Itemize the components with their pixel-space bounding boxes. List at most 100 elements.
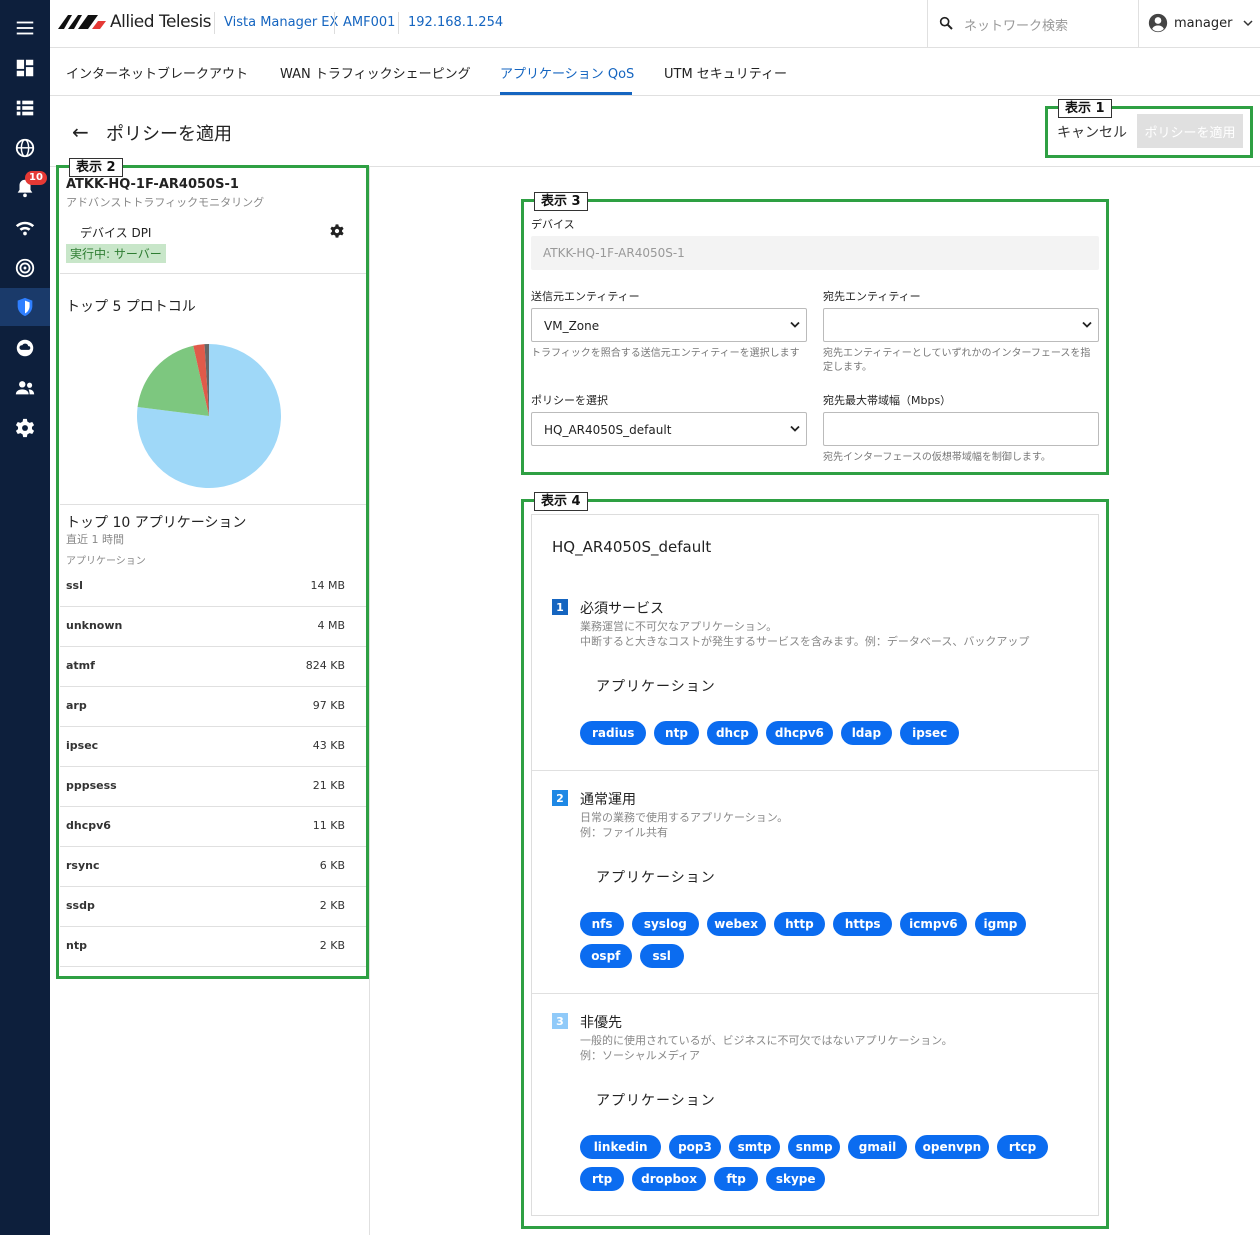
alert-count-badge: 10: [25, 171, 47, 185]
app-chip[interactable]: rtp: [580, 1167, 625, 1191]
app-chip[interactable]: rtcp: [996, 1135, 1049, 1159]
policy-select-label: ポリシーを選択: [531, 394, 608, 407]
app-chip[interactable]: openvpn: [915, 1135, 989, 1159]
security-shield-icon[interactable]: [0, 288, 50, 326]
breadcrumb-vista[interactable]: Vista Manager EX: [224, 15, 338, 30]
network-search[interactable]: ネットワーク検索: [927, 0, 1139, 48]
app-chip[interactable]: radius: [580, 721, 647, 745]
app-chip[interactable]: ssl: [639, 944, 684, 968]
app-chip[interactable]: dhcp: [706, 721, 759, 745]
allied-telesis-logo[interactable]: Allied Telesis: [58, 12, 212, 32]
list-icon[interactable]: [0, 90, 50, 126]
app-chip[interactable]: syslog: [632, 912, 699, 936]
annotation-label-3: 表示 3: [534, 192, 588, 211]
tab-wan-shaping[interactable]: WAN トラフィックシェーピング: [280, 63, 471, 82]
category-desc-1: 日常の業務で使用するアプリケーション。: [580, 811, 789, 824]
dest-entity-select[interactable]: [823, 308, 1099, 342]
top-bar: Allied Telesis Vista Manager EX AMF001 1…: [50, 0, 1260, 48]
category-desc-2: 例：ファイル共有: [580, 826, 668, 839]
tab-bar: インターネットブレークアウト WAN トラフィックシェーピング アプリケーション…: [50, 48, 1260, 96]
category-title: 非優先: [580, 1015, 622, 1031]
app-chip[interactable]: snmp: [788, 1135, 840, 1159]
policy-name: HQ_AR4050S_default: [552, 538, 712, 556]
app-chip[interactable]: ldap: [840, 721, 893, 745]
app-chip[interactable]: pop3: [669, 1135, 721, 1159]
dest-entity-hint-2: 定します。: [823, 362, 872, 373]
menu-icon[interactable]: [0, 10, 50, 46]
active-tab-indicator: [500, 92, 632, 95]
category-number-3: 3: [552, 1013, 568, 1029]
bandwidth-input[interactable]: [823, 412, 1099, 446]
category-desc-2: 中断すると大きなコストが発生するサービスを含みます。例：データベース、バックアッ…: [580, 635, 1030, 648]
app-chip[interactable]: icmpv6: [900, 912, 967, 936]
app-chip[interactable]: smtp: [728, 1135, 781, 1159]
breadcrumb-amf[interactable]: AMF001: [343, 15, 395, 30]
chevron-down-icon: [790, 321, 800, 328]
chevron-down-icon: [1082, 321, 1092, 328]
app-chip[interactable]: https: [833, 912, 893, 936]
dest-entity-label: 宛先エンティティー: [823, 290, 921, 303]
app-chip[interactable]: skype: [766, 1167, 826, 1191]
radar-icon[interactable]: [0, 250, 50, 286]
app-chip[interactable]: gmail: [848, 1135, 907, 1159]
cloud-icon[interactable]: [0, 330, 50, 366]
back-arrow-icon[interactable]: ←: [72, 120, 89, 144]
policy-detail-card: HQ_AR4050S_default 1 必須サービス業務運営に不可欠なアプリケー…: [531, 514, 1099, 1216]
users-icon[interactable]: [0, 370, 50, 406]
brand-name: Allied Telesis: [110, 12, 212, 32]
app-chip[interactable]: dhcpv6: [766, 721, 833, 745]
chevron-down-icon: [790, 425, 800, 432]
search-input[interactable]: ネットワーク検索: [964, 15, 1068, 34]
bandwidth-hint: 宛先インターフェースの仮想帯域幅を制御します。: [823, 452, 1051, 463]
category-divider: [532, 770, 1098, 771]
category-number-1: 1: [552, 599, 568, 615]
tab-application-qos[interactable]: アプリケーション QoS: [500, 63, 634, 82]
dashboard-icon[interactable]: [0, 50, 50, 86]
app-chip[interactable]: ipsec: [900, 721, 960, 745]
category-desc-2: 例：ソーシャルメディア: [580, 1049, 701, 1062]
globe-icon[interactable]: [0, 130, 50, 166]
settings-gear-icon[interactable]: [0, 410, 50, 446]
app-chip[interactable]: nfs: [580, 912, 625, 936]
policy-select[interactable]: HQ_AR4050S_default: [531, 412, 807, 446]
tab-utm-security[interactable]: UTM セキュリティー: [664, 63, 787, 82]
app-chip[interactable]: http: [773, 912, 826, 936]
app-chip[interactable]: dropbox: [632, 1167, 706, 1191]
user-name: manager: [1174, 15, 1233, 31]
tab-internet-breakout[interactable]: インターネットブレークアウト: [66, 63, 248, 82]
category-app-heading: アプリケーション: [596, 870, 716, 886]
source-entity-hint: トラフィックを照合する送信元エンティティーを選択します: [531, 348, 800, 359]
bandwidth-label: 宛先最大帯域幅（Mbps）: [823, 394, 952, 407]
category-title: 必須サービス: [580, 601, 664, 617]
wifi-icon[interactable]: [0, 210, 50, 246]
annotation-label-1: 表示 1: [1058, 99, 1112, 118]
app-chip[interactable]: ftp: [714, 1167, 759, 1191]
device-field-label: デバイス: [531, 218, 575, 231]
page-title: ポリシーを適用: [106, 124, 232, 145]
annotation-box-2: [56, 165, 369, 979]
category-number-2: 2: [552, 790, 568, 806]
allied-telesis-logo-icon: [58, 15, 106, 29]
annotation-label-4: 表示 4: [534, 492, 588, 511]
category-title: 通常運用: [580, 792, 636, 808]
category-app-heading: アプリケーション: [596, 1093, 716, 1109]
search-icon: [939, 16, 953, 30]
source-entity-label: 送信元エンティティー: [531, 290, 640, 303]
app-chip[interactable]: igmp: [974, 912, 1027, 936]
category-divider: [532, 993, 1098, 994]
app-chip[interactable]: webex: [706, 912, 766, 936]
category-app-heading: アプリケーション: [596, 679, 716, 695]
user-menu[interactable]: manager: [1148, 13, 1254, 33]
account-circle-icon: [1148, 13, 1168, 33]
device-field: ATKK-HQ-1F-AR4050S-1: [531, 236, 1099, 270]
left-nav: 10: [0, 0, 50, 1235]
category-desc-1: 業務運営に不可欠なアプリケーション。: [580, 620, 778, 633]
dest-entity-hint-1: 宛先エンティティーとしていずれかのインターフェースを指: [823, 348, 1091, 359]
app-chip[interactable]: ntp: [654, 721, 699, 745]
app-chip[interactable]: linkedin: [580, 1135, 662, 1159]
breadcrumb-ip[interactable]: 192.168.1.254: [408, 15, 503, 30]
app-chip[interactable]: ospf: [580, 944, 632, 968]
notification-bell-icon[interactable]: 10: [0, 170, 50, 206]
chevron-down-icon: [1243, 20, 1253, 27]
source-entity-select[interactable]: VM_Zone: [531, 308, 807, 342]
